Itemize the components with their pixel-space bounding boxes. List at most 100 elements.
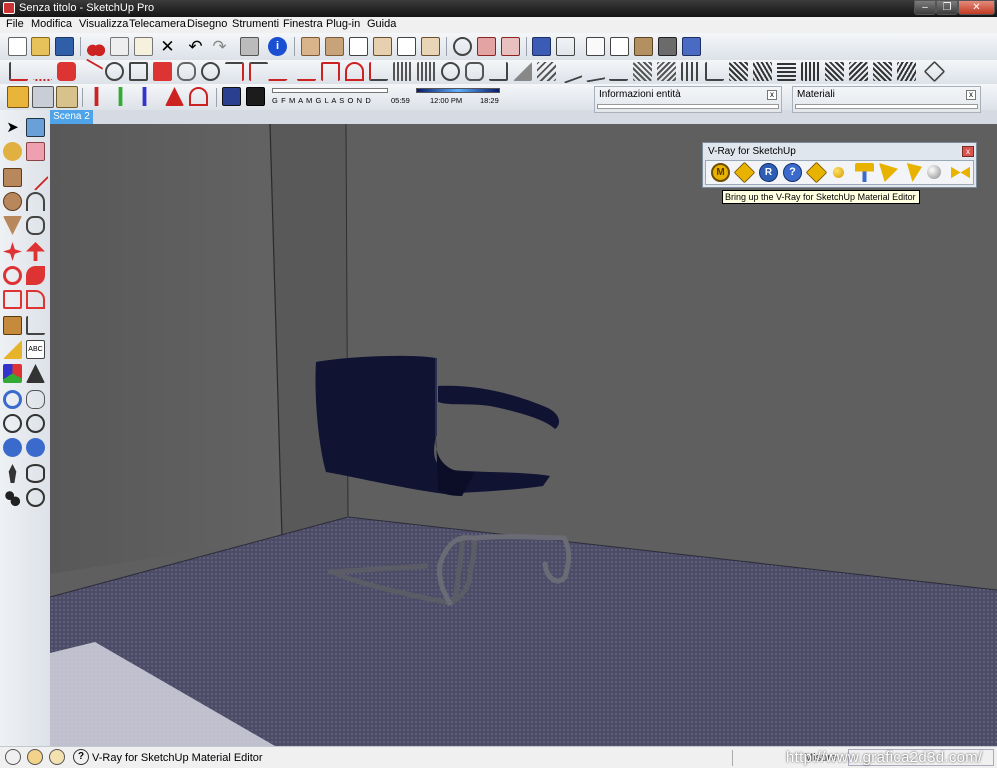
xray-style-icon[interactable] bbox=[532, 37, 551, 56]
vray-spot-light-icon[interactable] bbox=[879, 163, 898, 182]
plugin-tool-30-icon[interactable] bbox=[705, 62, 724, 81]
plugin-tool-8-icon[interactable] bbox=[177, 62, 196, 81]
sandbox-from-contours-icon[interactable] bbox=[165, 87, 184, 106]
entity-info-bar[interactable] bbox=[597, 104, 779, 109]
dimension-icon[interactable] bbox=[26, 316, 45, 335]
plugin-tool-1-icon[interactable] bbox=[9, 62, 28, 81]
previous-view-icon[interactable] bbox=[3, 438, 22, 457]
iso-view-icon[interactable] bbox=[301, 37, 320, 56]
menu-plugin[interactable]: Plug-in bbox=[326, 18, 360, 30]
group-icon[interactable] bbox=[32, 86, 54, 108]
paste-icon[interactable] bbox=[134, 37, 153, 56]
menu-strumenti[interactable]: Strumenti bbox=[232, 18, 279, 30]
plugin-tool-26-icon[interactable] bbox=[609, 62, 628, 81]
axis-blue-icon[interactable] bbox=[142, 87, 147, 106]
circle-icon[interactable] bbox=[3, 192, 22, 211]
plugin-tool-2-icon[interactable] bbox=[33, 62, 52, 81]
entity-info-close-button[interactable]: x bbox=[767, 90, 777, 100]
plugin-tool-7-icon[interactable] bbox=[153, 62, 172, 81]
push-pull-icon[interactable] bbox=[26, 242, 45, 261]
axes-icon[interactable] bbox=[3, 364, 22, 383]
component-icon[interactable] bbox=[7, 86, 29, 108]
plugin-tool-39-icon[interactable] bbox=[923, 60, 946, 83]
arc-icon[interactable] bbox=[26, 192, 45, 211]
vray-sphere-light-icon[interactable] bbox=[927, 165, 941, 179]
redo-icon[interactable]: ↷ bbox=[210, 37, 229, 56]
plugin-tool-29-icon[interactable] bbox=[681, 62, 700, 81]
section-plane-icon[interactable] bbox=[477, 37, 496, 56]
left-view-icon[interactable] bbox=[421, 37, 440, 56]
plugin-tool-3-icon[interactable] bbox=[57, 62, 76, 81]
plugin-tool-13-icon[interactable] bbox=[297, 62, 316, 81]
plugin-tool-14-icon[interactable] bbox=[321, 62, 340, 81]
plugin-tool-27-icon[interactable] bbox=[633, 62, 652, 81]
plugin-tool-21-icon[interactable] bbox=[489, 62, 508, 81]
rotate-icon[interactable] bbox=[3, 266, 22, 285]
plugin-tool-10-icon[interactable] bbox=[225, 62, 244, 81]
make-component-icon[interactable] bbox=[26, 118, 45, 137]
shaded-style-icon[interactable] bbox=[610, 37, 629, 56]
vray-options-icon[interactable] bbox=[733, 161, 756, 184]
tape-measure-icon[interactable] bbox=[3, 316, 22, 335]
tab-scena-2[interactable]: Scena 2 bbox=[50, 110, 93, 124]
pan-hand-icon[interactable] bbox=[26, 390, 45, 409]
plugin-tool-25-icon[interactable] bbox=[583, 60, 606, 83]
menu-telecamera[interactable]: Telecamera bbox=[129, 18, 186, 30]
plugin-tool-38-icon[interactable] bbox=[897, 62, 916, 81]
scene-canvas[interactable] bbox=[50, 124, 997, 746]
copy-icon[interactable] bbox=[110, 37, 129, 56]
menu-modifica[interactable]: Modifica bbox=[31, 18, 72, 30]
front-view-icon[interactable] bbox=[349, 37, 368, 56]
vray-omni-light-icon[interactable] bbox=[833, 167, 844, 178]
hidden-line-style-icon[interactable] bbox=[586, 37, 605, 56]
paint-bucket-icon[interactable] bbox=[3, 142, 22, 161]
plugin-tool-28-icon[interactable] bbox=[657, 62, 676, 81]
maximize-button[interactable]: ❐ bbox=[936, 0, 958, 15]
camera-orbit-icon[interactable] bbox=[453, 37, 472, 56]
top-view-icon[interactable] bbox=[325, 37, 344, 56]
zoom-icon[interactable] bbox=[3, 414, 22, 433]
plugin-tool-6-icon[interactable] bbox=[129, 62, 148, 81]
select-arrow-icon[interactable]: ➤ bbox=[3, 118, 22, 137]
shadow-toggle-icon[interactable] bbox=[246, 87, 265, 106]
vray-ies-light-icon[interactable] bbox=[906, 163, 922, 182]
new-file-icon[interactable] bbox=[8, 37, 27, 56]
plugin-tool-19-icon[interactable] bbox=[441, 62, 460, 81]
offset-icon[interactable] bbox=[26, 290, 45, 309]
plugin-tool-32-icon[interactable] bbox=[753, 62, 772, 81]
plugin-tool-37-icon[interactable] bbox=[873, 62, 892, 81]
axis-red-icon[interactable] bbox=[94, 87, 99, 106]
section-plane-tool-icon[interactable] bbox=[26, 488, 45, 507]
monochrome-style-icon[interactable] bbox=[658, 37, 677, 56]
credits-icon[interactable] bbox=[27, 749, 43, 765]
plugin-tool-18-icon[interactable] bbox=[417, 62, 436, 81]
plugin-tool-11-icon[interactable] bbox=[249, 62, 268, 81]
3d-text-icon[interactable] bbox=[26, 364, 45, 383]
vray-close-button[interactable]: x bbox=[962, 146, 974, 157]
orbit-icon[interactable] bbox=[3, 390, 22, 409]
menu-visualizza[interactable]: Visualizza bbox=[79, 18, 128, 30]
section-display-icon[interactable] bbox=[501, 37, 520, 56]
zoom-window-icon[interactable] bbox=[26, 414, 45, 433]
menu-file[interactable]: File bbox=[6, 18, 24, 30]
axis-green-icon[interactable] bbox=[118, 87, 123, 106]
print-icon[interactable] bbox=[240, 37, 259, 56]
close-button[interactable]: ✕ bbox=[958, 0, 995, 15]
user-icon[interactable] bbox=[49, 749, 65, 765]
save-icon[interactable] bbox=[55, 37, 74, 56]
freehand-icon[interactable] bbox=[26, 216, 45, 235]
plugin-tool-35-icon[interactable] bbox=[825, 62, 844, 81]
vray-help-icon[interactable]: ? bbox=[783, 163, 802, 182]
eraser-icon[interactable] bbox=[26, 142, 45, 161]
plugin-tool-22-icon[interactable] bbox=[513, 62, 532, 81]
right-view-icon[interactable] bbox=[373, 37, 392, 56]
materials-bar[interactable] bbox=[795, 104, 978, 109]
plugin-tool-24-icon[interactable] bbox=[558, 59, 583, 84]
protractor-icon[interactable] bbox=[3, 340, 22, 359]
menu-finestra[interactable]: Finestra bbox=[283, 18, 323, 30]
plugin-tool-23-icon[interactable] bbox=[537, 62, 556, 81]
look-around-eye-icon[interactable] bbox=[26, 464, 45, 483]
plugin-tool-17-icon[interactable] bbox=[393, 62, 412, 81]
time-slider[interactable] bbox=[416, 88, 500, 93]
menu-disegno[interactable]: Disegno bbox=[187, 18, 227, 30]
